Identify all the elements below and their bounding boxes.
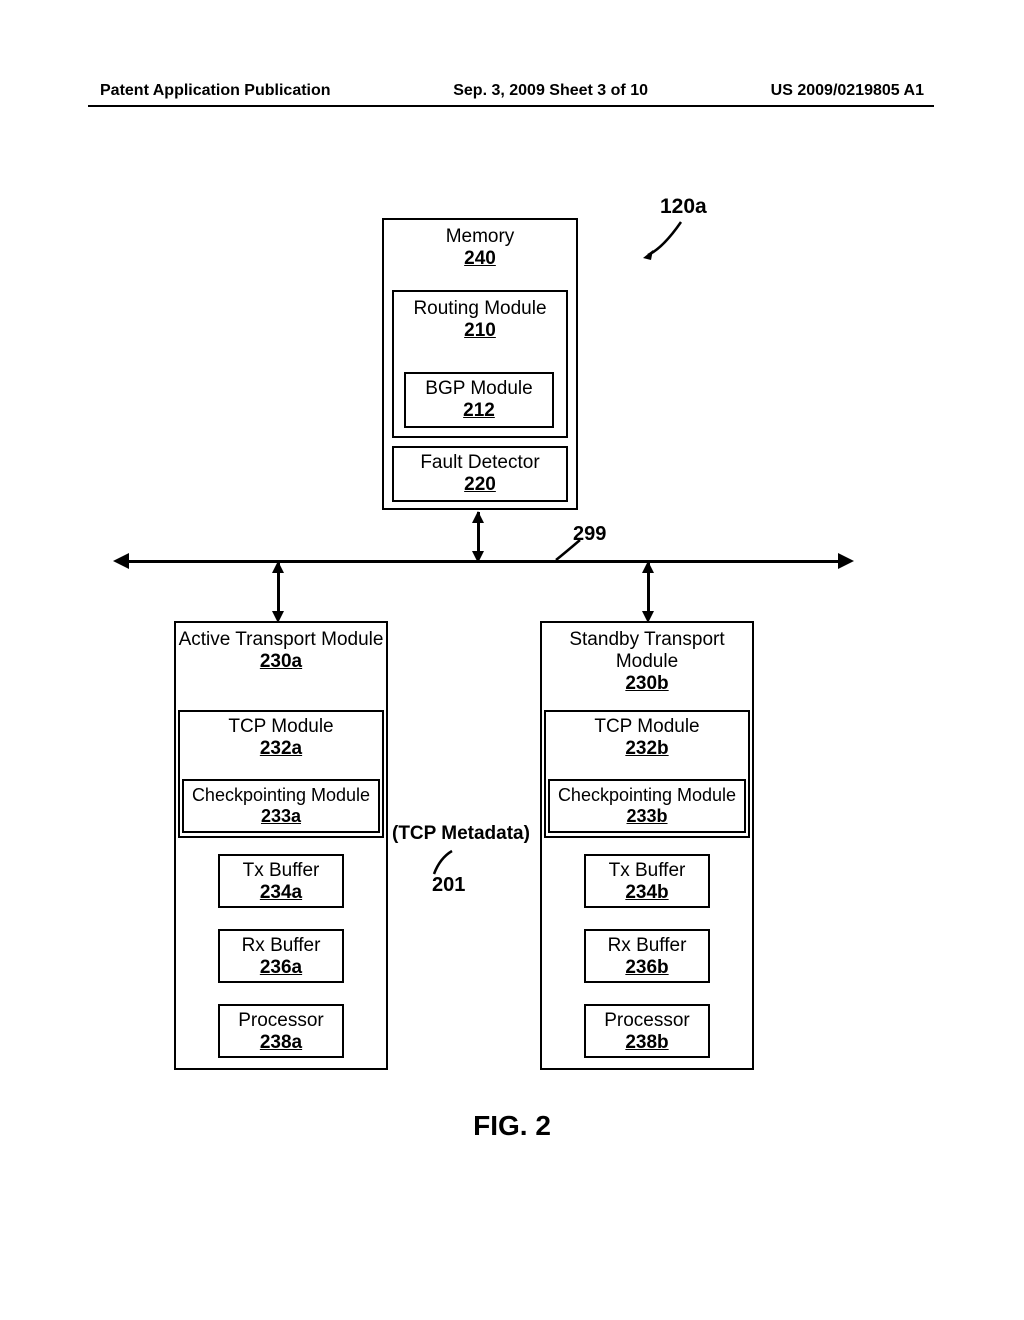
fault-title-text: Fault Detector [420,452,539,473]
bgp-title-text: BGP Module [425,378,532,399]
pointer-299-curve [552,538,584,562]
tcp-a-ref: 232a [260,738,302,759]
tcp-a-title: TCP Module 232a [228,712,333,760]
chk-b-title: Checkpointing Module 233b [558,785,736,826]
tm-b-bus-arrow-up [642,561,654,573]
fault-detector-box: Fault Detector 220 [392,446,568,502]
pointer-120a-curve [643,220,685,260]
ref-120a: 120a [660,195,707,219]
chk-a-title-text: Checkpointing Module [192,785,370,805]
figure-diagram: Memory 240 Routing Module 210 BGP Module… [0,0,1024,1320]
fault-title: Fault Detector 220 [420,452,539,496]
memory-title: Memory 240 [446,226,515,270]
pr-b-ref: 238b [625,1032,668,1053]
tx-a-ref: 234a [260,882,302,903]
processor-b-box: Processor 238b [584,1004,710,1058]
chk-a-ref: 233a [261,806,301,826]
checkpointing-a-box: Checkpointing Module 233a [182,779,380,833]
pointer-201-curve [428,848,456,876]
tm-b-title-text: Standby Transport Module [569,629,724,672]
tx-b-title: Tx Buffer 234b [609,860,686,904]
tm-b-ref: 230b [625,673,668,694]
tx-b-ref: 234b [625,882,668,903]
processor-a-box: Processor 238a [218,1004,344,1058]
tcp-b-title-text: TCP Module [594,716,699,737]
chk-b-ref: 233b [626,806,667,826]
routing-title-text: Routing Module [413,298,546,319]
tx-a-title-text: Tx Buffer [243,860,320,881]
memory-ref: 240 [464,248,496,269]
tcp-metadata-label: (TCP Metadata) [392,823,530,845]
pr-a-title: Processor 238a [238,1010,324,1054]
bgp-module-box: BGP Module 212 [404,372,554,428]
memory-bus-arrow-up [472,511,484,523]
tcp-b-ref: 232b [625,738,668,759]
chk-a-title: Checkpointing Module 233a [192,785,370,826]
tm-a-title: Active Transport Module 230a [179,629,384,673]
pr-b-title: Processor 238b [604,1010,690,1054]
pr-a-ref: 238a [260,1032,302,1053]
tm-a-title-text: Active Transport Module [179,629,384,650]
rx-b-ref: 236b [625,957,668,978]
rx-a-title: Rx Buffer 236a [242,935,321,979]
standby-transport-module-box: Standby Transport Module 230b [540,621,754,1070]
rx-a-ref: 236a [260,957,302,978]
tx-buffer-a-box: Tx Buffer 234a [218,854,344,908]
bus-line [122,560,842,563]
bus-arrow-right [838,553,854,569]
ref-201: 201 [432,874,465,897]
bgp-ref: 212 [463,400,495,421]
tx-a-title: Tx Buffer 234a [243,860,320,904]
figure-caption: FIG. 2 [0,1110,1024,1142]
checkpointing-b-box: Checkpointing Module 233b [548,779,746,833]
active-transport-module-box: Active Transport Module 230a [174,621,388,1070]
memory-title-text: Memory [446,226,515,247]
tm-a-bus-arrow-up [272,561,284,573]
tm-a-ref: 230a [260,651,302,672]
rx-buffer-a-box: Rx Buffer 236a [218,929,344,983]
bgp-title: BGP Module 212 [425,378,532,422]
pr-b-title-text: Processor [604,1010,690,1031]
rx-b-title-text: Rx Buffer [608,935,687,956]
tcp-b-title: TCP Module 232b [594,712,699,760]
routing-ref: 210 [464,320,496,341]
routing-title: Routing Module 210 [413,298,546,342]
tcp-a-title-text: TCP Module [228,716,333,737]
tx-b-title-text: Tx Buffer [609,860,686,881]
bus-arrow-left [113,553,129,569]
rx-b-title: Rx Buffer 236b [608,935,687,979]
fault-ref: 220 [464,474,496,495]
pr-a-title-text: Processor [238,1010,324,1031]
chk-b-title-text: Checkpointing Module [558,785,736,805]
rx-a-title-text: Rx Buffer [242,935,321,956]
tm-b-title: Standby Transport Module 230b [542,629,752,695]
rx-buffer-b-box: Rx Buffer 236b [584,929,710,983]
tx-buffer-b-box: Tx Buffer 234b [584,854,710,908]
